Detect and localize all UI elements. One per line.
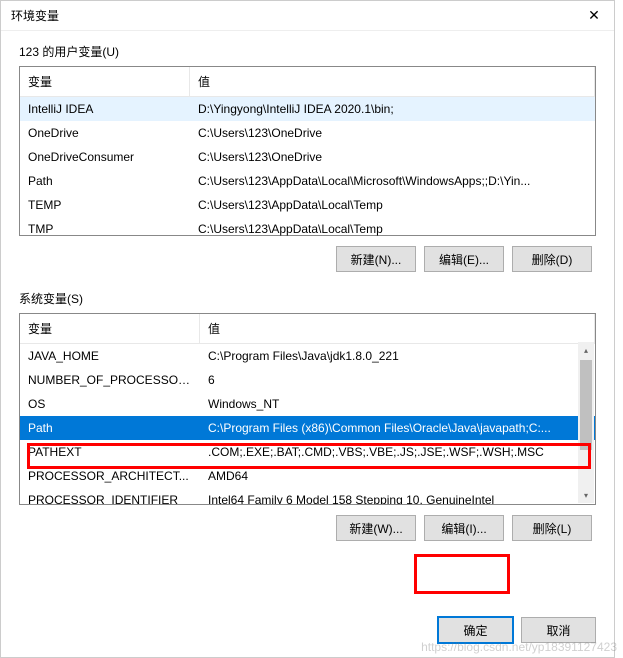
var-value: C:\Users\123\OneDrive — [190, 148, 595, 166]
system-new-button[interactable]: 新建(W)... — [336, 515, 416, 541]
system-vars-table[interactable]: 变量 值 JAVA_HOME C:\Program Files\Java\jdk… — [19, 313, 596, 505]
col-header-name[interactable]: 变量 — [20, 314, 200, 343]
var-name: OS — [20, 395, 200, 413]
dialog-title: 环境变量 — [11, 7, 59, 24]
table-row[interactable]: TEMP C:\Users\123\AppData\Local\Temp — [20, 193, 595, 217]
table-header: 变量 值 — [20, 314, 595, 344]
col-header-value[interactable]: 值 — [200, 314, 595, 343]
scroll-up-icon[interactable]: ▴ — [578, 342, 594, 358]
scroll-thumb[interactable] — [580, 360, 592, 450]
user-vars-label: 123 的用户变量(U) — [19, 43, 596, 60]
user-buttons: 新建(N)... 编辑(E)... 删除(D) — [19, 246, 596, 272]
user-vars-group: 123 的用户变量(U) 变量 值 IntelliJ IDEA D:\Yingy… — [19, 43, 596, 272]
var-name: TMP — [20, 220, 190, 238]
titlebar: 环境变量 ✕ — [1, 1, 614, 31]
ok-button[interactable]: 确定 — [438, 617, 513, 643]
col-header-value[interactable]: 值 — [190, 67, 595, 96]
var-name: OneDrive — [20, 124, 190, 142]
dialog-buttons: 确定 取消 — [438, 617, 596, 643]
cancel-button[interactable]: 取消 — [521, 617, 596, 643]
var-name: Path — [20, 419, 200, 437]
var-value: C:\Users\123\AppData\Local\Temp — [190, 196, 595, 214]
scrollbar[interactable]: ▴ ▾ — [578, 342, 594, 503]
table-row[interactable]: PROCESSOR_ARCHITECT... AMD64 — [20, 464, 595, 488]
var-name: PATHEXT — [20, 443, 200, 461]
var-name: PROCESSOR_IDENTIFIER — [20, 491, 200, 504]
table-header: 变量 值 — [20, 67, 595, 97]
var-name: OneDriveConsumer — [20, 148, 190, 166]
table-row[interactable]: OneDriveConsumer C:\Users\123\OneDrive — [20, 145, 595, 169]
var-value: AMD64 — [200, 467, 595, 485]
var-value: C:\Program Files\Java\jdk1.8.0_221 — [200, 347, 595, 365]
var-name: Path — [20, 172, 190, 190]
close-button[interactable]: ✕ — [574, 1, 614, 31]
var-name: PROCESSOR_ARCHITECT... — [20, 467, 200, 485]
var-value: D:\Yingyong\IntelliJ IDEA 2020.1\bin; — [190, 100, 595, 118]
user-new-button[interactable]: 新建(N)... — [336, 246, 416, 272]
col-header-name[interactable]: 变量 — [20, 67, 190, 96]
table-row[interactable]: JAVA_HOME C:\Program Files\Java\jdk1.8.0… — [20, 344, 595, 368]
scroll-down-icon[interactable]: ▾ — [578, 487, 594, 503]
table-row[interactable]: PATHEXT .COM;.EXE;.BAT;.CMD;.VBS;.VBE;.J… — [20, 440, 595, 464]
var-name: NUMBER_OF_PROCESSORS — [20, 371, 200, 389]
table-row[interactable]: IntelliJ IDEA D:\Yingyong\IntelliJ IDEA … — [20, 97, 595, 121]
user-delete-button[interactable]: 删除(D) — [512, 246, 592, 272]
var-value: C:\Users\123\OneDrive — [190, 124, 595, 142]
table-row[interactable]: Path C:\Program Files (x86)\Common Files… — [20, 416, 595, 440]
var-name: IntelliJ IDEA — [20, 100, 190, 118]
table-row[interactable]: TMP C:\Users\123\AppData\Local\Temp — [20, 217, 595, 241]
var-value: Intel64 Family 6 Model 158 Stepping 10, … — [200, 491, 595, 504]
system-vars-label: 系统变量(S) — [19, 290, 596, 307]
system-delete-button[interactable]: 删除(L) — [512, 515, 592, 541]
var-name: JAVA_HOME — [20, 347, 200, 365]
var-value: Windows_NT — [200, 395, 595, 413]
table-row[interactable]: OneDrive C:\Users\123\OneDrive — [20, 121, 595, 145]
var-value: .COM;.EXE;.BAT;.CMD;.VBS;.VBE;.JS;.JSE;.… — [200, 443, 595, 461]
system-edit-button[interactable]: 编辑(I)... — [424, 515, 504, 541]
table-row[interactable]: NUMBER_OF_PROCESSORS 6 — [20, 368, 595, 392]
table-row[interactable]: PROCESSOR_IDENTIFIER Intel64 Family 6 Mo… — [20, 488, 595, 504]
var-value: C:\Program Files (x86)\Common Files\Orac… — [200, 419, 595, 437]
env-vars-dialog: 环境变量 ✕ 123 的用户变量(U) 变量 值 IntelliJ IDEA D… — [0, 0, 615, 658]
user-edit-button[interactable]: 编辑(E)... — [424, 246, 504, 272]
user-vars-table[interactable]: 变量 值 IntelliJ IDEA D:\Yingyong\IntelliJ … — [19, 66, 596, 236]
var-value: C:\Users\123\AppData\Local\Temp — [190, 220, 595, 238]
table-row[interactable]: OS Windows_NT — [20, 392, 595, 416]
close-icon: ✕ — [588, 7, 600, 24]
var-value: C:\Users\123\AppData\Local\Microsoft\Win… — [190, 172, 595, 190]
table-row[interactable]: Path C:\Users\123\AppData\Local\Microsof… — [20, 169, 595, 193]
system-buttons: 新建(W)... 编辑(I)... 删除(L) — [19, 515, 596, 541]
var-name: TEMP — [20, 196, 190, 214]
var-value: 6 — [200, 371, 595, 389]
system-vars-group: 系统变量(S) 变量 值 JAVA_HOME C:\Program Files\… — [19, 290, 596, 541]
